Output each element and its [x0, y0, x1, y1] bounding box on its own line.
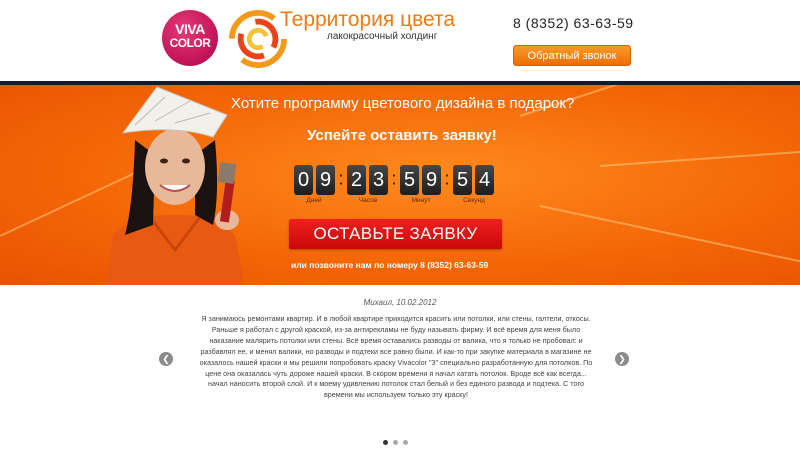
- countdown-timer: 0 9 · · 2 3 · · 5 9 · · 5 4: [294, 165, 496, 195]
- call-us-text: или позвоните нам по номеру 8 (8352) 63-…: [291, 260, 489, 270]
- painter-girl-image: [105, 86, 245, 285]
- timer-digit: 9: [316, 165, 335, 195]
- timer-separator: · ·: [339, 167, 344, 191]
- slider-prev-button[interactable]: ❮: [159, 352, 173, 366]
- slider-dot[interactable]: [383, 440, 388, 445]
- timer-digit: 0: [294, 165, 313, 195]
- vivacolor-logo-line2: COLOR: [169, 36, 211, 50]
- slider-pagination: [383, 440, 413, 446]
- chevron-right-icon: ❯: [618, 354, 626, 364]
- brand-title: Территория цвета: [280, 8, 456, 31]
- timer-digit: 2: [347, 165, 366, 195]
- testimonial-line: времени мы используем только эту краску!: [323, 390, 468, 400]
- hero-question: Хотите программу цветового дизайна в под…: [231, 95, 575, 112]
- testimonial-line: цене она оказалась чуть дороже нашей кра…: [205, 368, 587, 378]
- timer-label-minutes: Минут: [411, 197, 431, 204]
- timer-digit: 5: [400, 165, 419, 195]
- territory-swirl-logo-icon[interactable]: [229, 10, 287, 68]
- vivacolor-logo-line1: VIVA: [175, 21, 205, 37]
- order-button[interactable]: ОСТАВЬТЕ ЗАЯВКУ: [289, 219, 502, 249]
- slider-dot[interactable]: [393, 440, 398, 445]
- timer-separator: · ·: [445, 167, 450, 191]
- testimonial-line: Я занимаюсь ремонтами квартир. И в любой…: [201, 314, 591, 323]
- testimonial-author: Михаил, 10.02.2012: [363, 298, 437, 307]
- timer-label-hours: Часов: [358, 197, 378, 204]
- chevron-left-icon: ❮: [162, 354, 170, 364]
- site-header: VIVA COLOR Территория цвета лакокрасочны…: [0, 0, 800, 82]
- slider-next-button[interactable]: ❯: [615, 352, 629, 366]
- slider-dot[interactable]: [403, 440, 408, 445]
- vivacolor-logo[interactable]: VIVA COLOR: [162, 10, 218, 66]
- timer-digit: 9: [422, 165, 441, 195]
- timer-digit: 5: [453, 165, 472, 195]
- hero-banner: Хотите программу цветового дизайна в под…: [0, 85, 800, 285]
- testimonial-line: Раньше я работал с другой краской, из-за…: [211, 324, 581, 334]
- testimonial-line: наказание малярить потолки или стены. Вс…: [209, 335, 583, 345]
- callback-button[interactable]: Обратный звонок: [513, 45, 631, 66]
- timer-separator: · ·: [392, 167, 397, 191]
- testimonial-text: Я занимаюсь ремонтами квартир. И в любой…: [180, 314, 612, 401]
- timer-digit: 3: [369, 165, 388, 195]
- header-phone: 8 (8352) 63-63-59: [513, 15, 634, 31]
- light-streak: [599, 149, 800, 167]
- hero-cta-text: Успейте оставить заявку!: [307, 127, 497, 144]
- timer-label-days: Дней: [306, 197, 322, 204]
- testimonial-line: начал наносить второй слой. И к моему уд…: [208, 379, 584, 389]
- brand-subtitle: лакокрасочный холдинг: [327, 31, 438, 42]
- testimonial-line: разбавлял ее, и менял валики, но разводы…: [200, 346, 592, 356]
- testimonial-line: оказалось нашей краски и мы решили попро…: [199, 357, 593, 367]
- timer-label-seconds: Секунд: [463, 197, 485, 204]
- light-streak: [539, 205, 800, 266]
- timer-digit: 4: [475, 165, 494, 195]
